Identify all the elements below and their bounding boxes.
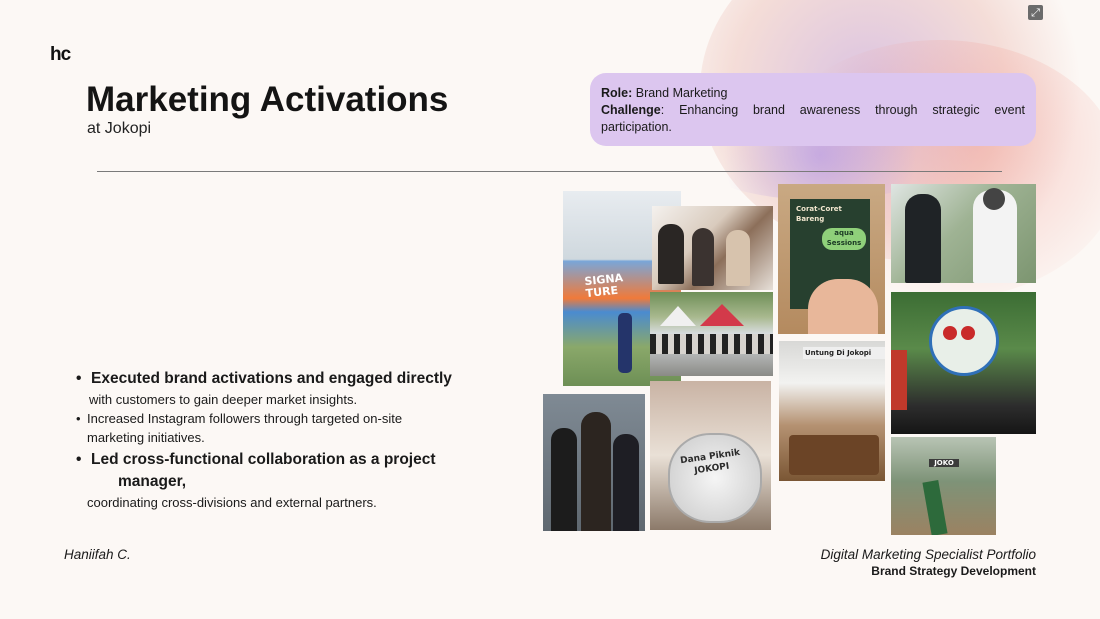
- slide: hc ⤢ Marketing Activations at Jokopi Rol…: [0, 0, 1100, 619]
- photo-jokopi-booth: JOKO: [891, 437, 996, 535]
- jokopi-booth-sign: JOKO: [929, 459, 959, 467]
- bullet-icon: •: [76, 411, 81, 426]
- photo-festival-tents: [650, 292, 773, 376]
- photo-corat-coret-board: Corat-Coret Bareng aqua Sessions: [778, 184, 885, 334]
- challenge-label: Challenge: [601, 103, 661, 117]
- challenge-value: : Enhancing brand awareness through stra…: [601, 103, 1025, 134]
- photo-untung-booth: Untung Di Jokopi: [779, 341, 885, 481]
- section-title: Brand Strategy Development: [871, 564, 1036, 578]
- bullet-item: • Led cross-functional collaboration as …: [74, 449, 494, 471]
- bullet-icon: •: [76, 451, 82, 468]
- role-label: Role:: [601, 86, 633, 100]
- bullet-continuation: coordinating cross-divisions and externa…: [87, 495, 377, 510]
- role-value: Brand Marketing: [635, 86, 728, 100]
- page-title: Marketing Activations: [86, 80, 449, 119]
- bullet-item: • Executed brand activations and engaged…: [74, 368, 494, 390]
- challenge-line: Challenge: Enhancing brand awareness thr…: [601, 102, 1025, 136]
- photo-dana-piknik-jar: Dana Piknik JOKOPI: [650, 381, 771, 530]
- divider: [97, 171, 1002, 172]
- portfolio-title: Digital Marketing Specialist Portfolio: [820, 547, 1036, 562]
- photo-group-portrait: [543, 394, 645, 531]
- bullet-item: • Increased Instagram followers through …: [76, 411, 403, 426]
- untung-sign: Untung Di Jokopi: [803, 347, 885, 359]
- expand-icon[interactable]: ⤢: [1028, 5, 1043, 20]
- bullet-list: • Executed brand activations and engaged…: [74, 368, 494, 512]
- bullet-continuation: with customers to gain deeper market ins…: [89, 392, 358, 407]
- bullet-continuation-bold: manager,: [118, 473, 187, 490]
- aqua-badge: aqua Sessions: [822, 228, 866, 250]
- bullet-continuation: marketing initiatives.: [87, 430, 205, 445]
- role-challenge-box: Role: Brand Marketing Challenge: Enhanci…: [590, 73, 1036, 146]
- corat-sign: Corat-Coret Bareng: [796, 205, 842, 223]
- signa-sign: SIGNA TURE: [583, 271, 624, 301]
- author-name: Haniifah C.: [64, 547, 131, 562]
- photo-crowd-women: [652, 206, 773, 290]
- logo: hc: [50, 44, 71, 65]
- page-subtitle: at Jokopi: [87, 120, 152, 137]
- photo-stage-performance: [891, 292, 1036, 434]
- role-line: Role: Brand Marketing: [601, 85, 1025, 102]
- photo-people-phones: [891, 184, 1036, 283]
- bullet-icon: •: [76, 370, 82, 387]
